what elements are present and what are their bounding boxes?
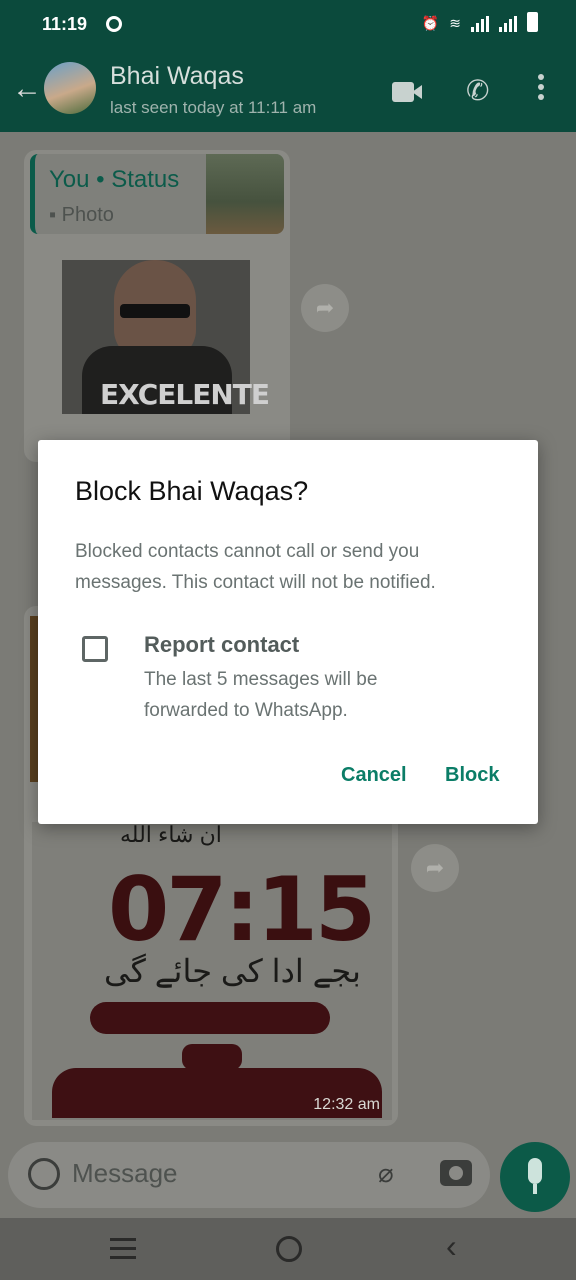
home-icon[interactable] [276,1236,302,1262]
signal-icon [471,16,489,32]
contact-name[interactable]: Bhai Waqas [110,62,244,91]
alarm-icon: ⏰ [421,15,440,31]
avatar[interactable] [44,62,96,114]
poster-top-text: ان شاء الله [120,822,222,847]
poster-image[interactable]: ان شاء الله 07:15 بجے ادا کی جائے گی 12:… [32,822,392,1120]
poster-urdu-line: بجے ادا کی جائے گی [104,953,361,989]
mic-icon [528,1158,542,1184]
chat-header: ← Bhai Waqas last seen today at 11:11 am… [0,50,576,132]
wifi-icon: ≋ [449,15,461,31]
message-timestamp: 12:32 am [313,1096,380,1113]
dialog-title: Block Bhai Waqas? [75,476,309,506]
report-contact-checkbox[interactable] [82,636,108,662]
forward-icon-2[interactable]: ➦ [411,844,459,892]
signal-icon-2 [499,16,517,32]
report-contact-label[interactable]: Report contact [144,632,299,658]
poster-time: 07:15 [108,858,376,961]
status-time: 11:19 [42,14,88,34]
sticker-image[interactable]: EXCELENTE [62,260,270,414]
status-icons: ⏰ ≋ [422,12,538,32]
status-bar: 11:19 ⏰ ≋ [0,0,576,50]
block-button[interactable]: Block [445,764,499,787]
more-options-icon[interactable] [538,74,546,104]
image-edge [30,616,38,782]
chrome-notification-icon [106,16,122,32]
system-nav-bar: ‹ [0,1218,576,1280]
block-dialog: Block Bhai Waqas? Blocked contacts canno… [38,440,538,824]
video-call-icon[interactable] [392,82,422,102]
message-composer: Message ⌀ [0,1140,576,1218]
quoted-author: You • Status [49,166,180,193]
dialog-body: Blocked contacts cannot call or send you… [75,541,436,593]
forward-icon[interactable]: ➦ [301,284,349,332]
nav-back-icon[interactable]: ‹ [446,1228,457,1265]
cancel-button[interactable]: Cancel [341,764,407,787]
phone-call-icon[interactable]: ✆ [466,74,489,107]
attach-icon[interactable]: ⌀ [378,1158,394,1189]
camera-icon[interactable] [440,1160,472,1186]
back-arrow-icon[interactable]: ← [12,74,42,104]
sticker-text: EXCELENTE [100,378,270,411]
report-contact-description: The last 5 messages will be forwarded to… [144,669,378,721]
message-placeholder[interactable]: Message [72,1158,178,1189]
battery-icon [527,12,538,32]
quoted-type: ▪ Photo [49,204,114,226]
mic-button[interactable] [500,1142,570,1212]
quoted-status[interactable]: You • Status ▪ Photo [30,154,284,234]
message-input[interactable]: Message ⌀ [8,1142,490,1208]
quoted-thumbnail [206,154,284,234]
emoji-icon[interactable] [28,1158,60,1190]
recent-apps-icon[interactable] [110,1238,136,1265]
last-seen: last seen today at 11:11 am [110,98,317,117]
